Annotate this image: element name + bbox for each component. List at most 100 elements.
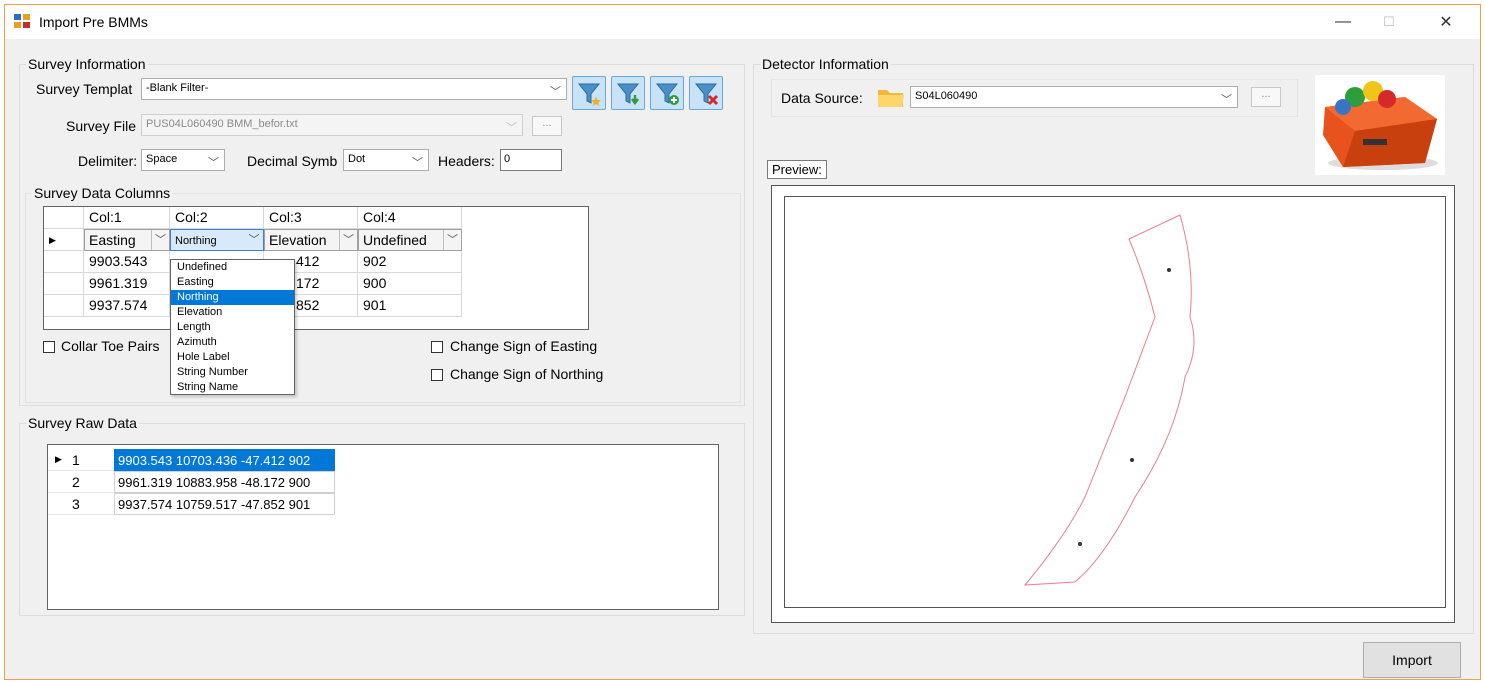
chevron-down-icon: ﹀ bbox=[151, 230, 169, 250]
column-type-value: Undefined bbox=[363, 232, 427, 248]
raw-row-value[interactable]: 9961.319 10883.958 -48.172 900 bbox=[114, 471, 335, 493]
dropdown-option-string-name[interactable]: String Name bbox=[171, 380, 294, 395]
decimal-symbol-value: Dot bbox=[348, 153, 366, 165]
survey-file-browse-button[interactable]: ... bbox=[532, 116, 562, 136]
grid-corner bbox=[44, 207, 84, 229]
raw-row-value[interactable]: 9937.574 10759.517 -47.852 901 bbox=[114, 493, 335, 515]
column-type-combo-2[interactable]: Northing ﹀ bbox=[170, 229, 264, 251]
change-sign-northing-label: Change Sign of Northing bbox=[450, 366, 604, 382]
data-source-label: Data Source: bbox=[781, 90, 863, 106]
minimize-icon: — bbox=[1335, 13, 1351, 30]
survey-template-value: -Blank Filter- bbox=[146, 82, 209, 94]
survey-preview-drawing bbox=[1023, 214, 1195, 586]
decimal-symbol-label: Decimal Symb bbox=[247, 153, 338, 169]
preview-canvas bbox=[784, 196, 1446, 608]
collar-toe-pairs-label: Collar Toe Pairs bbox=[61, 338, 160, 354]
dropdown-option-northing[interactable]: Northing bbox=[171, 290, 294, 305]
filter-download-icon bbox=[616, 83, 640, 106]
collar-toe-pairs-checkbox[interactable] bbox=[43, 341, 55, 353]
dropdown-option-string-number[interactable]: String Number bbox=[171, 365, 294, 380]
import-window: Import Pre BMMs — ☐ ✕ Survey Information… bbox=[4, 4, 1481, 680]
preview-label: Preview: bbox=[767, 160, 827, 179]
chevron-down-icon: ﹀ bbox=[412, 157, 423, 169]
filter-delete-button[interactable] bbox=[689, 76, 723, 110]
survey-point bbox=[1078, 542, 1082, 546]
grid-cell[interactable]: 9961.319 bbox=[84, 273, 170, 295]
detector-device-image bbox=[1315, 75, 1445, 175]
data-source-browse-button[interactable]: ... bbox=[1251, 87, 1281, 107]
headers-input[interactable]: 0 bbox=[500, 149, 562, 171]
survey-file-value: PUS04L060490 BMM_befor.txt bbox=[146, 118, 298, 130]
column-header[interactable]: Col:4 bbox=[358, 207, 462, 229]
survey-template-label: Survey Templat bbox=[36, 81, 133, 97]
row-header bbox=[44, 251, 84, 273]
column-type-value: Elevation bbox=[269, 232, 327, 248]
survey-columns-grid: Col:1 Col:2 Col:3 Col:4 ▶ Easting ﹀ Nort… bbox=[43, 206, 589, 330]
change-sign-easting-checkbox[interactable] bbox=[431, 341, 443, 353]
filter-delete-icon bbox=[694, 83, 719, 106]
survey-raw-data-label: Survey Raw Data bbox=[26, 415, 139, 431]
survey-information-label: Survey Information bbox=[26, 56, 148, 72]
survey-template-combo[interactable]: -Blank Filter- ﹀ bbox=[141, 78, 567, 100]
chevron-down-icon: ﹀ bbox=[506, 122, 517, 134]
raw-row-number: 2 bbox=[48, 471, 114, 493]
grid-cell[interactable]: 900 bbox=[358, 273, 462, 295]
grid-cell[interactable]: 901 bbox=[358, 295, 462, 317]
headers-label: Headers: bbox=[438, 153, 495, 169]
survey-raw-data-list: ▶ 1 9903.543 10703.436 -47.412 902 2 9961… bbox=[47, 444, 719, 610]
delimiter-combo[interactable]: Space ﹀ bbox=[141, 149, 225, 171]
column-header[interactable]: Col:3 bbox=[264, 207, 358, 229]
column-type-combo-4[interactable]: Undefined ﹀ bbox=[358, 229, 462, 251]
maximize-icon: ☐ bbox=[1383, 14, 1395, 29]
raw-row-number: 3 bbox=[48, 493, 114, 515]
chevron-down-icon: ﹀ bbox=[339, 230, 357, 250]
close-icon: ✕ bbox=[1439, 14, 1453, 31]
dropdown-option-elevation[interactable]: Elevation bbox=[171, 305, 294, 320]
column-type-value: Northing bbox=[175, 235, 217, 247]
grid-cell[interactable]: 9903.543 bbox=[84, 251, 170, 273]
filter-add-button[interactable] bbox=[650, 76, 684, 110]
survey-file-combo[interactable]: PUS04L060490 BMM_befor.txt ﹀ bbox=[141, 114, 523, 136]
column-header[interactable]: Col:2 bbox=[170, 207, 264, 229]
column-type-combo-1[interactable]: Easting ﹀ bbox=[84, 229, 170, 251]
maximize-button[interactable]: ☐ bbox=[1366, 5, 1412, 39]
title-bar: Import Pre BMMs — ☐ ✕ bbox=[5, 5, 1480, 39]
minimize-button[interactable]: — bbox=[1320, 5, 1366, 39]
window-title: Import Pre BMMs bbox=[39, 14, 148, 30]
chevron-down-icon: ﹀ bbox=[550, 86, 561, 98]
row-indicator-icon: ▶ bbox=[55, 454, 62, 464]
survey-point bbox=[1167, 268, 1171, 272]
data-source-combo[interactable]: S04L060490 ﹀ bbox=[910, 86, 1238, 108]
filter-star-button[interactable] bbox=[572, 76, 606, 110]
import-button[interactable]: Import bbox=[1363, 642, 1461, 678]
dropdown-option-azimuth[interactable]: Azimuth bbox=[171, 335, 294, 350]
row-header bbox=[44, 295, 84, 317]
filter-download-button[interactable] bbox=[611, 76, 645, 110]
column-header[interactable]: Col:1 bbox=[84, 207, 170, 229]
column-type-value: Easting bbox=[89, 232, 136, 248]
dropdown-option-length[interactable]: Length bbox=[171, 320, 294, 335]
column-type-combo-3[interactable]: Elevation ﹀ bbox=[264, 229, 358, 251]
data-source-value: S04L060490 bbox=[915, 90, 978, 102]
decimal-symbol-combo[interactable]: Dot ﹀ bbox=[343, 149, 429, 171]
column-type-dropdown-list: Undefined Easting Northing Elevation Len… bbox=[170, 259, 295, 395]
delimiter-label: Delimiter: bbox=[78, 153, 138, 169]
dropdown-option-undefined[interactable]: Undefined bbox=[171, 260, 294, 275]
row-indicator-icon: ▶ bbox=[44, 229, 84, 251]
grid-cell[interactable]: 902 bbox=[358, 251, 462, 273]
folder-icon bbox=[876, 86, 906, 110]
filter-star-icon bbox=[577, 83, 601, 106]
raw-row-value[interactable]: 9903.543 10703.436 -47.412 902 bbox=[114, 449, 335, 471]
survey-file-label: Survey File bbox=[66, 118, 137, 134]
survey-point bbox=[1130, 458, 1134, 462]
chevron-down-icon: ﹀ bbox=[443, 230, 461, 250]
preview-panel bbox=[771, 185, 1455, 623]
change-sign-northing-checkbox[interactable] bbox=[431, 369, 443, 381]
dropdown-option-easting[interactable]: Easting bbox=[171, 275, 294, 290]
change-sign-easting-label: Change Sign of Easting bbox=[450, 338, 598, 354]
chevron-down-icon: ﹀ bbox=[248, 234, 260, 246]
delimiter-value: Space bbox=[146, 153, 178, 165]
grid-cell[interactable]: 9937.574 bbox=[84, 295, 170, 317]
close-button[interactable]: ✕ bbox=[1423, 5, 1469, 39]
dropdown-option-hole-label[interactable]: Hole Label bbox=[171, 350, 294, 365]
